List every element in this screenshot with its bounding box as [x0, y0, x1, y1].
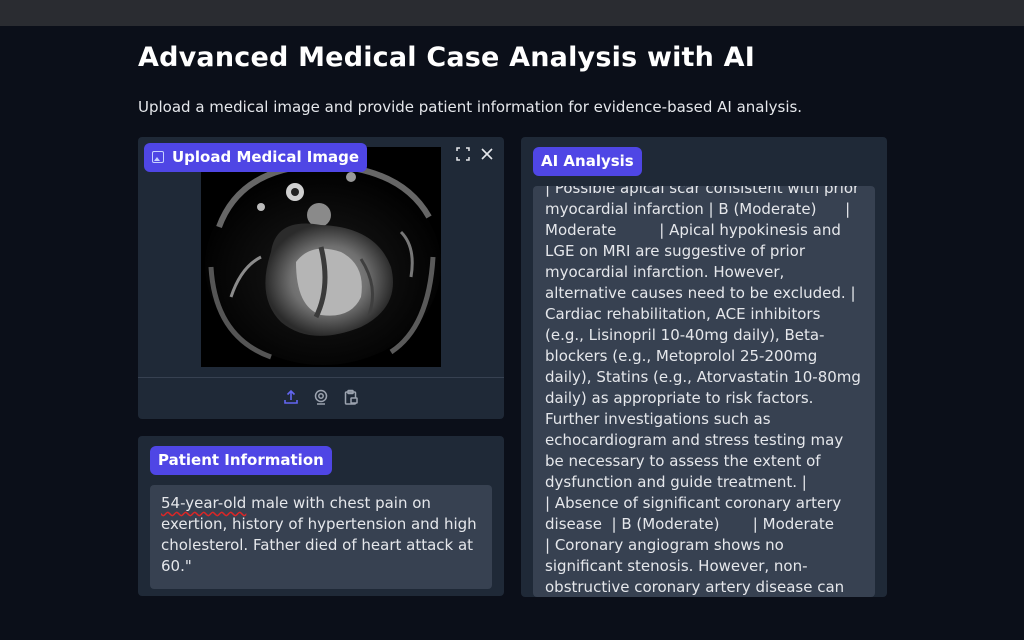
- ai-analysis-panel: AI Analysis | Possible apical scar consi…: [521, 137, 887, 597]
- upload-label-text: Upload Medical Image: [172, 148, 360, 166]
- patient-info-textarea[interactable]: 54-year-old male with chest pain on exer…: [150, 485, 492, 589]
- fullscreen-icon[interactable]: [452, 143, 474, 165]
- spellcheck-flagged-word: 54-year-old: [161, 494, 247, 512]
- toolbar-divider: [138, 377, 504, 378]
- clipboard-icon[interactable]: [341, 387, 361, 407]
- ai-analysis-output[interactable]: | Possible apical scar consistent with p…: [533, 186, 875, 597]
- patient-info-label: Patient Information: [150, 446, 332, 475]
- cardiac-mri-image: [201, 147, 441, 367]
- ai-analysis-text: | Possible apical scar consistent with p…: [545, 186, 861, 596]
- upload-icon[interactable]: [281, 387, 301, 407]
- image-upload-panel[interactable]: Upload Medical Image: [138, 137, 504, 419]
- patient-info-panel: Patient Information 54-year-old male wit…: [138, 436, 504, 596]
- page-subtitle: Upload a medical image and provide patie…: [138, 98, 803, 116]
- image-controls: [452, 143, 498, 165]
- browser-top-bar: [0, 0, 1024, 26]
- page-title: Advanced Medical Case Analysis with AI: [138, 42, 756, 73]
- image-source-toolbar: [138, 387, 504, 411]
- upload-label: Upload Medical Image: [144, 143, 368, 172]
- image-icon: [152, 151, 164, 163]
- webcam-icon[interactable]: [311, 387, 331, 407]
- medical-image: [201, 147, 441, 367]
- close-icon[interactable]: [476, 143, 498, 165]
- ai-analysis-label: AI Analysis: [533, 147, 642, 176]
